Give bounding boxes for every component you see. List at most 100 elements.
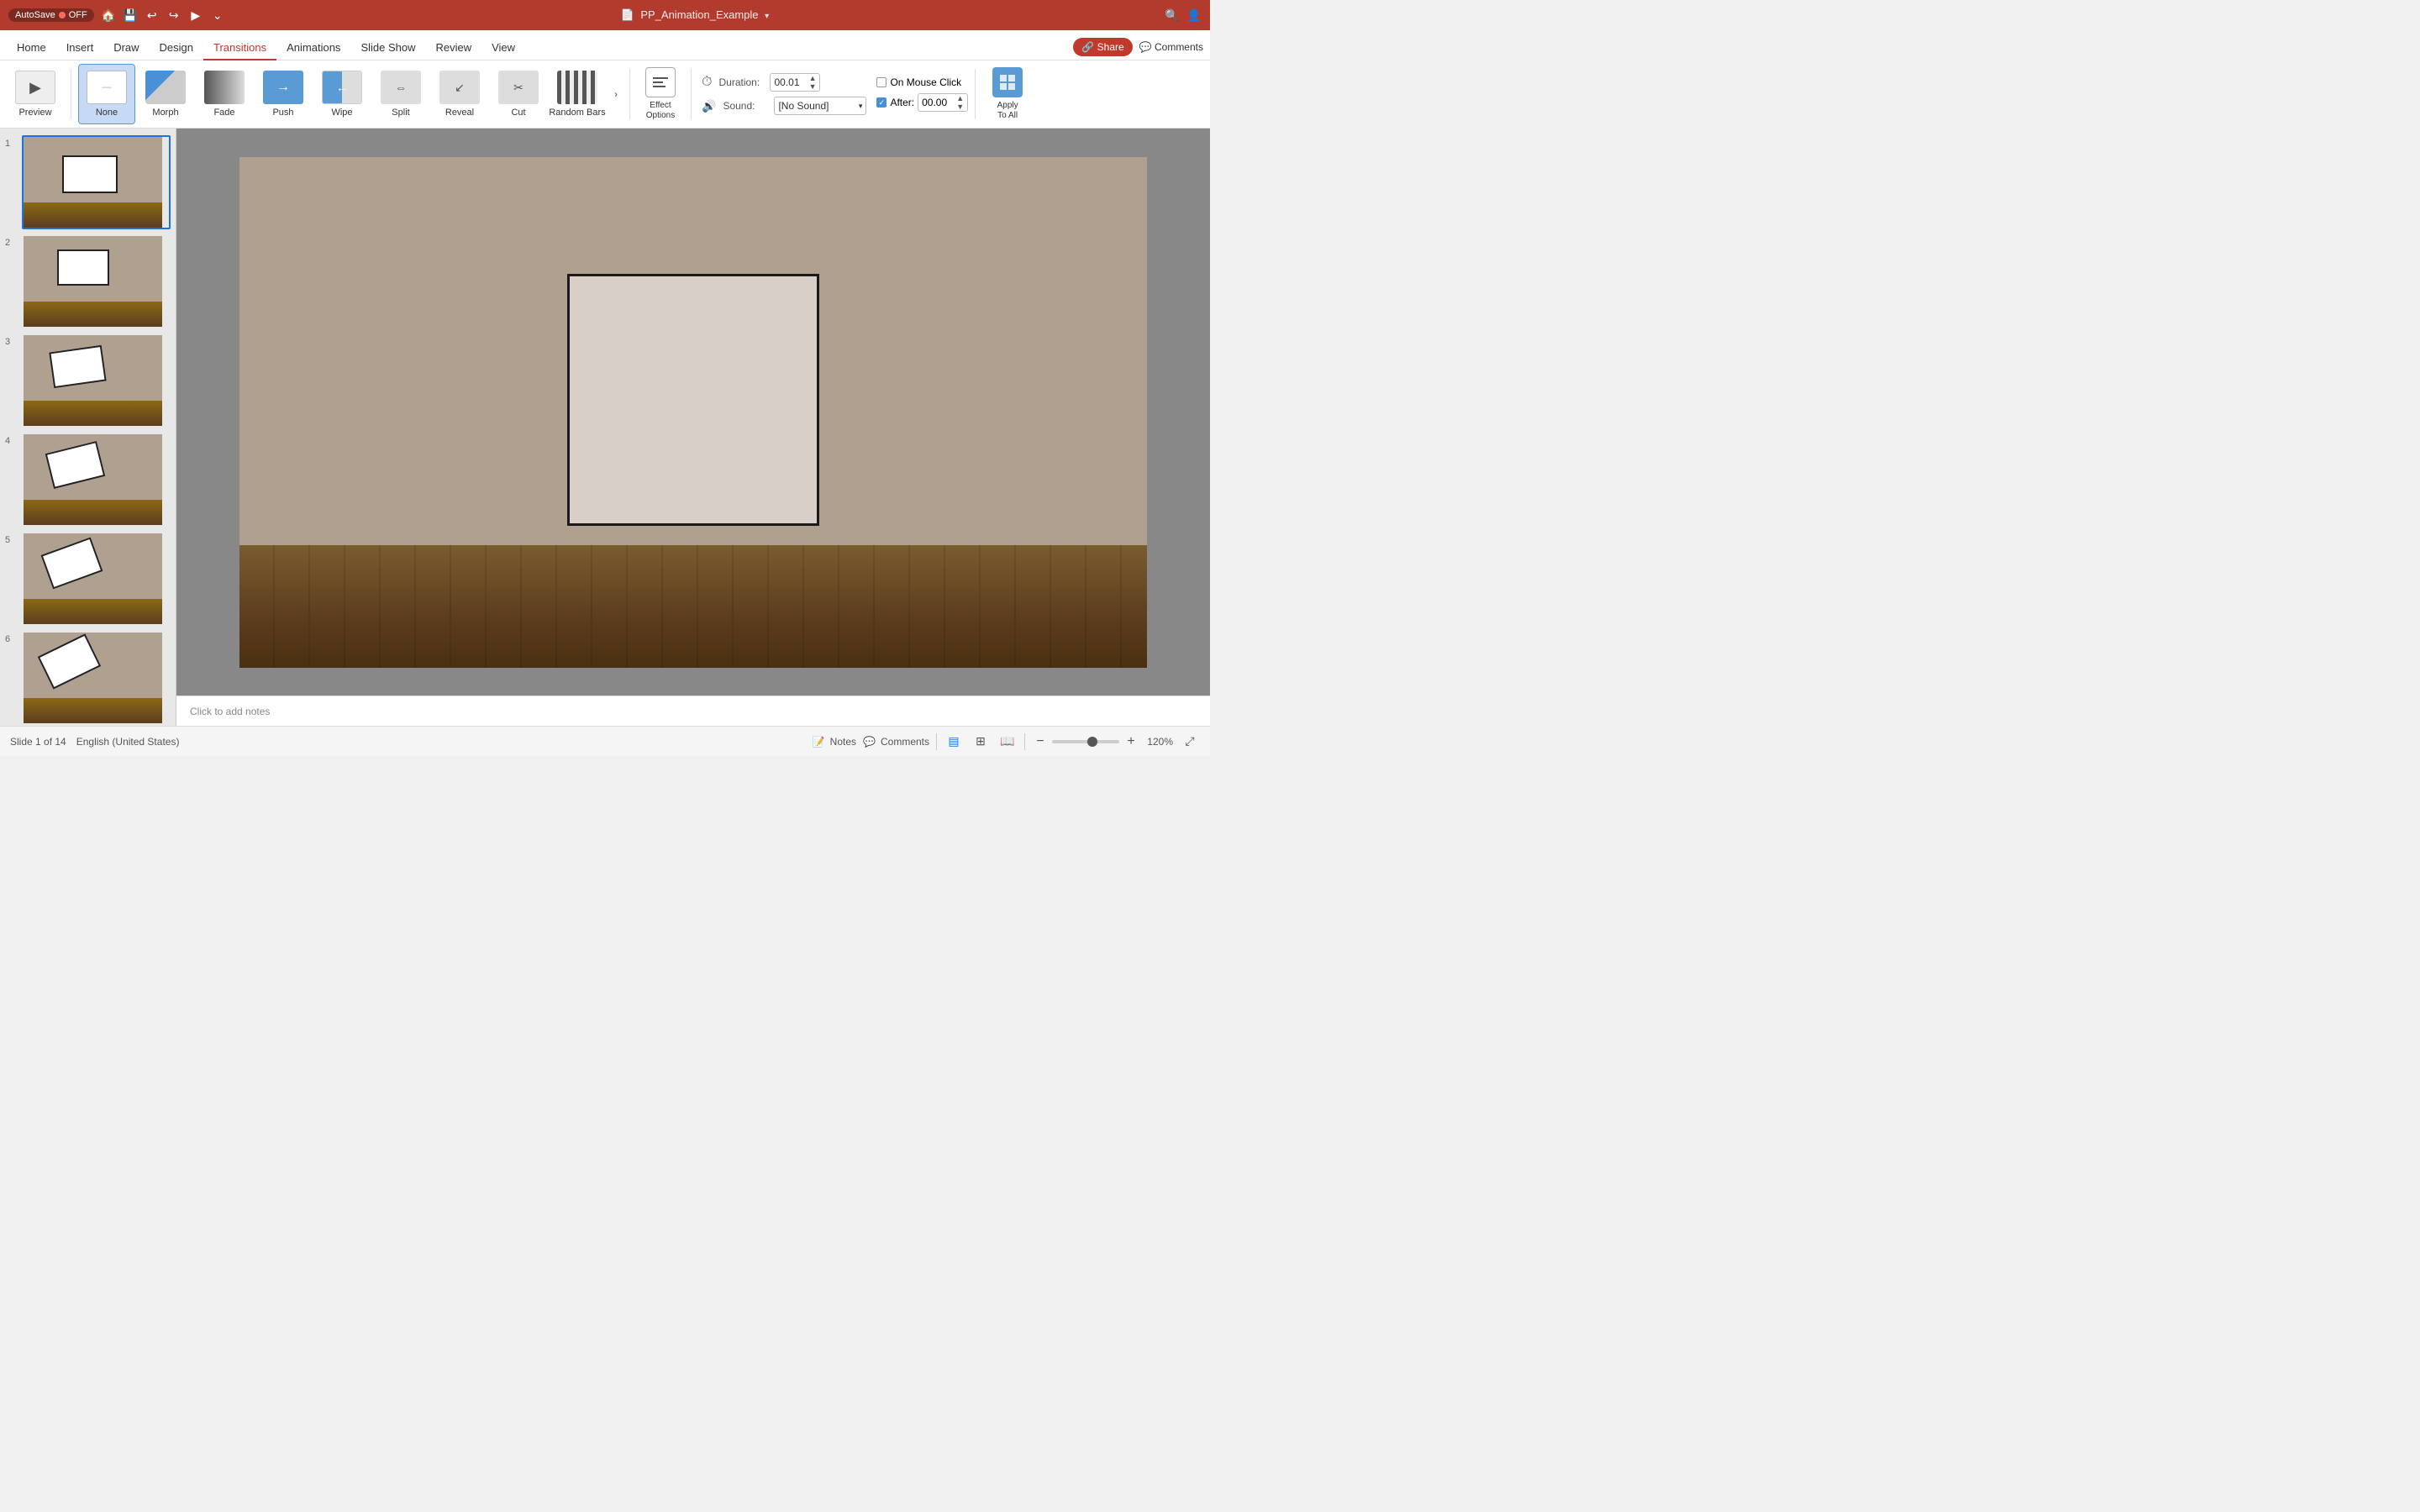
slide-panel[interactable]: 1 2 3 <box>0 129 176 726</box>
sep-2 <box>629 69 630 119</box>
language: English (United States) <box>76 736 180 748</box>
comments-button[interactable]: 💬 Comments <box>1139 41 1203 53</box>
tab-slideshow[interactable]: Slide Show <box>350 36 425 60</box>
transitions-options: ⏱ Duration: 00.01 ▲ ▼ 🔊 Sound: [No Sound <box>702 73 968 115</box>
tab-insert[interactable]: Insert <box>56 36 104 60</box>
autosave-label: AutoSave <box>15 10 55 20</box>
tab-home[interactable]: Home <box>7 36 56 60</box>
duration-spinner[interactable]: ▲ ▼ <box>809 74 817 91</box>
slide-thumb-4[interactable]: 4 <box>5 433 171 527</box>
duration-row: ⏱ Duration: 00.01 ▲ ▼ <box>702 73 866 92</box>
apply-all-button[interactable]: ApplyTo All <box>982 64 1033 124</box>
slide-floor-4 <box>24 500 162 525</box>
slide-preview-2[interactable] <box>22 234 171 328</box>
autosave-badge[interactable]: AutoSave OFF <box>8 8 94 22</box>
share-button[interactable]: 🔗 Share <box>1073 38 1132 56</box>
sound-row: 🔊 Sound: [No Sound] ▾ <box>702 97 866 115</box>
sound-icon: 🔊 <box>702 99 716 113</box>
account-icon[interactable]: 👤 <box>1186 8 1202 23</box>
after-up[interactable]: ▲ <box>956 94 964 102</box>
save-icon[interactable]: 💾 <box>123 8 138 23</box>
notes-label: Notes <box>830 736 856 748</box>
slide-preview-6[interactable] <box>22 631 171 725</box>
slide-preview-1[interactable] <box>22 135 171 229</box>
slide-thumb-2[interactable]: 2 <box>5 234 171 328</box>
main-slide <box>239 157 1147 668</box>
transition-morph[interactable]: Morph <box>137 64 194 124</box>
comments-icon: 💬 <box>863 736 876 748</box>
slide-preview-5[interactable] <box>22 532 171 626</box>
transition-fade[interactable]: Fade <box>196 64 253 124</box>
slide-view[interactable] <box>176 129 1210 696</box>
apply-all-icon <box>992 67 1023 97</box>
push-icon: → <box>263 71 303 104</box>
after-value: 00.00 <box>922 97 956 108</box>
tab-draw[interactable]: Draw <box>103 36 149 60</box>
slide-thumb-1[interactable]: 1 <box>5 135 171 229</box>
random-bars-label: Random Bars <box>549 108 605 118</box>
tab-review[interactable]: Review <box>425 36 481 60</box>
transition-push[interactable]: → Push <box>255 64 312 124</box>
titlebar-center: 📄 PP_Animation_Example ▾ <box>225 8 1165 22</box>
tab-transitions[interactable]: Transitions <box>203 36 276 60</box>
search-icon[interactable]: 🔍 <box>1165 8 1180 23</box>
more-icon[interactable]: ⌄ <box>210 8 225 23</box>
slide-canvas-3 <box>24 335 162 426</box>
transition-none[interactable]: — None <box>78 64 135 124</box>
transition-split[interactable]: ⇔ Split <box>372 64 429 124</box>
clock-icon: ⏱ <box>702 75 712 90</box>
comments-status-button[interactable]: 💬 Comments <box>863 736 929 748</box>
slide-thumb-3[interactable]: 3 <box>5 333 171 428</box>
slide-thumb-6[interactable]: 6 <box>5 631 171 725</box>
split-label: Split <box>392 108 409 118</box>
slide-canvas-2 <box>24 236 162 327</box>
redo-icon[interactable]: ↪ <box>166 8 182 23</box>
statusbar: Slide 1 of 14 English (United States) 📝 … <box>0 726 1210 756</box>
notes-bar[interactable]: Click to add notes <box>176 696 1210 726</box>
random-bars-icon <box>557 71 597 104</box>
after-down[interactable]: ▼ <box>956 102 964 111</box>
after-spinner[interactable]: ▲ ▼ <box>956 94 964 111</box>
tab-animations[interactable]: Animations <box>276 36 350 60</box>
slide-sorter-button[interactable]: ⊞ <box>971 732 991 752</box>
duration-input[interactable]: 00.01 ▲ ▼ <box>770 73 820 92</box>
duration-up[interactable]: ▲ <box>809 74 817 82</box>
fit-slide-button[interactable]: ⤢ <box>1180 732 1200 752</box>
status-left: Slide 1 of 14 English (United States) <box>10 736 179 748</box>
duration-down[interactable]: ▼ <box>809 82 817 91</box>
effect-options-button[interactable]: EffectOptions <box>637 64 684 124</box>
transition-reveal[interactable]: ↙ Reveal <box>431 64 488 124</box>
effect-options-icon <box>645 67 676 97</box>
present-icon[interactable]: ▶ <box>188 8 203 23</box>
timing-col: ⏱ Duration: 00.01 ▲ ▼ 🔊 Sound: [No Sound <box>702 73 866 115</box>
slide-floor-6 <box>24 698 162 723</box>
transition-wipe[interactable]: ← Wipe <box>313 64 371 124</box>
slide-thumb-5[interactable]: 5 <box>5 532 171 626</box>
normal-view-button[interactable]: ▤ <box>944 732 964 752</box>
slide-preview-3[interactable] <box>22 333 171 428</box>
home-icon[interactable]: 🏠 <box>101 8 116 23</box>
dropdown-icon[interactable]: ▾ <box>765 12 769 21</box>
transition-random-bars[interactable]: Random Bars <box>549 64 606 124</box>
none-icon: — <box>87 71 127 104</box>
undo-icon[interactable]: ↩ <box>145 8 160 23</box>
transition-cut[interactable]: ✂ Cut <box>490 64 547 124</box>
sound-select[interactable]: [No Sound] ▾ <box>774 97 866 115</box>
tab-view[interactable]: View <box>481 36 525 60</box>
slide-preview-4[interactable] <box>22 433 171 527</box>
ribbon: Home Insert Draw Design Transitions Anim… <box>0 30 1210 129</box>
notes-button[interactable]: 📝 Notes <box>813 736 856 748</box>
ribbon-scroll-right[interactable]: › <box>609 64 623 124</box>
reading-view-button[interactable]: 📖 <box>997 732 1018 752</box>
zoom-out-button[interactable]: − <box>1032 733 1049 750</box>
notes-icon: 📝 <box>813 736 825 748</box>
effect-options-label: EffectOptions <box>646 101 675 121</box>
preview-button[interactable]: ▶ Preview <box>7 64 64 124</box>
zoom-in-button[interactable]: + <box>1123 733 1139 750</box>
status-sep <box>936 733 937 750</box>
tab-design[interactable]: Design <box>150 36 203 60</box>
on-mouse-click-checkbox[interactable] <box>876 77 886 87</box>
after-checkbox[interactable]: ✓ <box>876 97 886 108</box>
after-input[interactable]: 00.00 ▲ ▼ <box>918 93 968 112</box>
zoom-thumb[interactable] <box>1087 737 1097 747</box>
